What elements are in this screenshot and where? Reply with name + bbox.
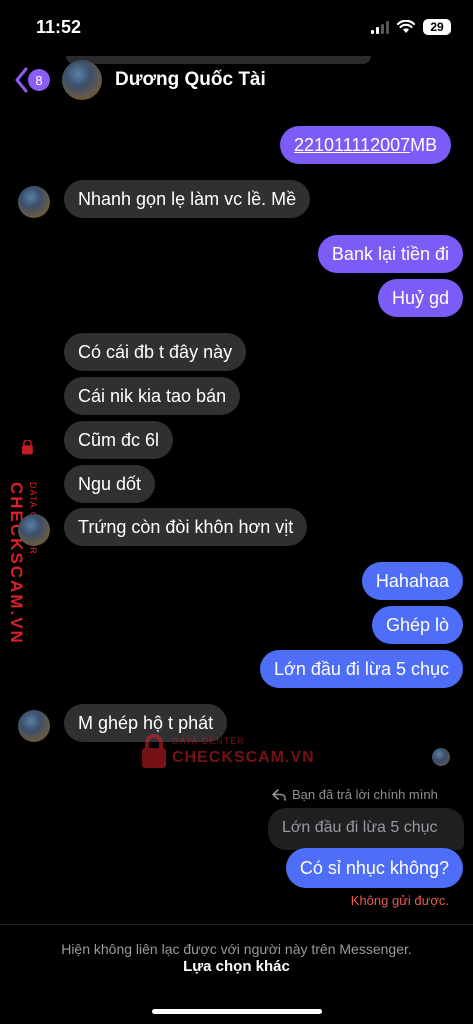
contact-avatar[interactable] [62, 60, 102, 100]
message-outgoing[interactable]: Bank lại tiền đi [317, 235, 463, 273]
message-outgoing[interactable]: 221011112007 MB [280, 126, 452, 164]
message-incoming[interactable]: Trứng còn đòi khôn hơn vịt [64, 508, 308, 546]
message-incoming[interactable]: Có cái đb t đây này [64, 333, 247, 371]
message-outgoing-failed[interactable]: Có sỉ nhục không? [285, 848, 463, 888]
wifi-icon [397, 20, 415, 34]
watermark-brand-horizontal: CHECKSCAM.VN [172, 749, 315, 766]
message-link-text[interactable]: 221011112007 [294, 135, 410, 156]
status-icons: 29 [371, 19, 451, 35]
contact-name[interactable]: Dương Quốc Tài [115, 69, 266, 91]
reply-label-text: Bạn đã trả lời chính mình [292, 787, 438, 802]
message-incoming[interactable]: Ngu dốt [64, 465, 156, 503]
read-receipt-avatar [432, 748, 450, 766]
watermark-sub-horizontal: DATA CENTER [172, 736, 245, 746]
message-outgoing[interactable]: Lớn đầu đi lừa 5 chục [260, 650, 463, 688]
reply-icon [272, 788, 286, 801]
status-time: 11:52 [36, 17, 82, 37]
message-incoming[interactable]: Cũm đc 6l [64, 421, 174, 459]
message-outgoing[interactable]: Ghép lò [371, 606, 463, 644]
status-bar: 11:52 29 [0, 0, 473, 56]
sender-avatar[interactable] [18, 514, 50, 546]
quoted-message[interactable]: Lớn đầu đi lừa 5 chục [268, 808, 464, 850]
chat-header: 8 Dương Quốc Tài [0, 56, 473, 106]
other-options-button[interactable]: Lựa chọn khác [0, 958, 473, 975]
message-outgoing[interactable]: Huỷ gd [377, 279, 463, 317]
message-suffix: MB [410, 134, 438, 155]
back-chevron-icon[interactable] [14, 67, 28, 98]
message-incoming[interactable]: Cái nik kia tao bán [64, 377, 241, 415]
unavailable-notice: Hiện không liên lạc được với người này t… [61, 941, 412, 957]
sender-avatar[interactable] [18, 186, 50, 218]
message-outgoing[interactable]: Hahahaa [361, 562, 463, 600]
battery-indicator: 29 [423, 19, 451, 35]
message-incoming[interactable]: Nhanh gọn lẹ làm vc lề. Mề [64, 180, 311, 218]
unread-count-badge[interactable]: 8 [28, 69, 50, 91]
previous-message-edge [66, 56, 371, 64]
reply-indicator: Bạn đã trả lời chính mình [272, 787, 438, 802]
watermark-logo-horizontal: DATA CENTER CHECKSCAM.VN [140, 734, 314, 774]
send-error-text[interactable]: Không gửi được. [351, 893, 449, 908]
home-indicator[interactable] [152, 1009, 322, 1014]
watermark-brand-vertical: CHECKSCAM.VN [7, 482, 26, 645]
lock-icon [142, 734, 166, 768]
footer-divider [0, 924, 473, 925]
sender-avatar[interactable] [18, 710, 50, 742]
cellular-signal-icon [371, 20, 389, 34]
